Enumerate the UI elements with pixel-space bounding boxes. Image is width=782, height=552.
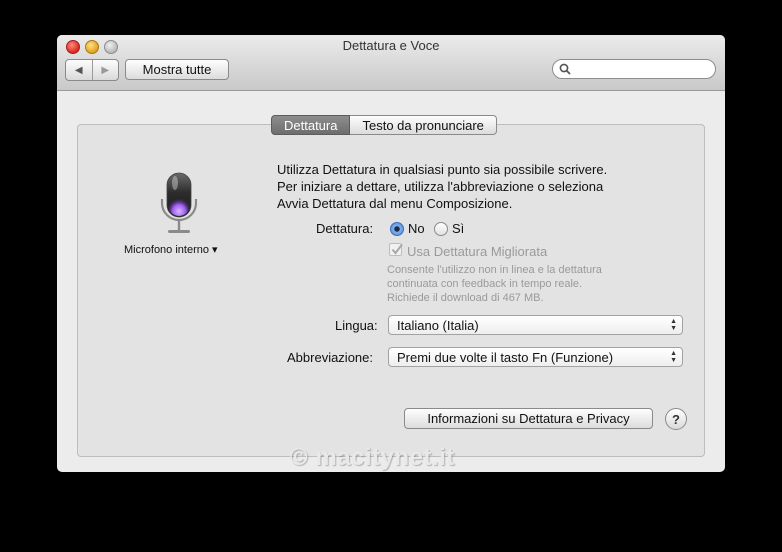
dictation-no-label[interactable]: No (408, 221, 425, 236)
language-select[interactable]: Italiano (Italia) ▲ ▼ (388, 315, 683, 335)
description-line: Utilizza Dettatura in qualsiasi punto si… (277, 162, 608, 177)
dictation-si-radio[interactable] (434, 222, 448, 236)
forward-arrow-icon[interactable]: ▶ (91, 60, 119, 80)
note-line: Consente l'utilizzo non in linea e la de… (387, 264, 602, 276)
tab-bar: Dettatura Testo da pronunciare (271, 115, 497, 135)
microphone-source-popup[interactable]: Microfono interno ▾ (124, 243, 218, 256)
shortcut-value: Premi due volte il tasto Fn (Funzione) (397, 349, 614, 365)
note-line: continuata con feedback in tempo reale. (387, 278, 583, 290)
language-label: Lingua: (335, 318, 378, 333)
description-line: Per iniziare a dettare, utilizza l'abbre… (277, 179, 604, 194)
watermark: © macitynet.it (290, 444, 455, 471)
checkmark-icon (391, 243, 403, 255)
updown-arrows-icon: ▲ ▼ (670, 318, 677, 332)
system-preferences-window: Dettatura e Voce ◀ ▶ Mostra tutte Dettat… (57, 35, 725, 472)
updown-arrows-icon: ▲ ▼ (670, 350, 677, 364)
window-title: Dettatura e Voce (342, 38, 440, 53)
search-input[interactable] (575, 61, 709, 77)
microphone-icon (160, 172, 198, 233)
language-value: Italiano (Italia) (397, 317, 479, 333)
shortcut-label: Abbreviazione: (287, 350, 373, 365)
dictation-si-label[interactable]: Sì (452, 221, 464, 236)
dictation-description: Utilizza Dettatura in qualsiasi punto si… (277, 161, 657, 212)
tab-dettatura[interactable]: Dettatura (271, 115, 351, 135)
privacy-info-button[interactable]: Informazioni su Dettatura e Privacy (404, 408, 653, 429)
search-field[interactable] (552, 59, 716, 79)
note-line: Richiede il download di 467 MB. (387, 292, 544, 304)
enhanced-dictation-note: Consente l'utilizzo non in linea e la de… (387, 263, 602, 305)
show-all-button[interactable]: Mostra tutte (125, 59, 229, 80)
titlebar: Dettatura e Voce ◀ ▶ Mostra tutte (57, 35, 725, 91)
dictation-label: Dettatura: (316, 221, 374, 236)
dictation-no-radio[interactable] (390, 222, 404, 236)
shortcut-select[interactable]: Premi due volte il tasto Fn (Funzione) ▲… (388, 347, 683, 367)
search-icon (559, 63, 571, 75)
description-line: Avvia Dettatura dal menu Composizione. (277, 196, 513, 211)
help-button[interactable]: ? (665, 408, 687, 430)
enhanced-dictation-checkbox[interactable] (389, 243, 403, 256)
back-forward-control: ◀ ▶ (65, 59, 119, 81)
back-arrow-icon[interactable]: ◀ (66, 60, 92, 80)
tab-testo-da-pronunciare[interactable]: Testo da pronunciare (350, 115, 497, 135)
enhanced-dictation-label: Usa Dettatura Migliorata (407, 244, 548, 259)
